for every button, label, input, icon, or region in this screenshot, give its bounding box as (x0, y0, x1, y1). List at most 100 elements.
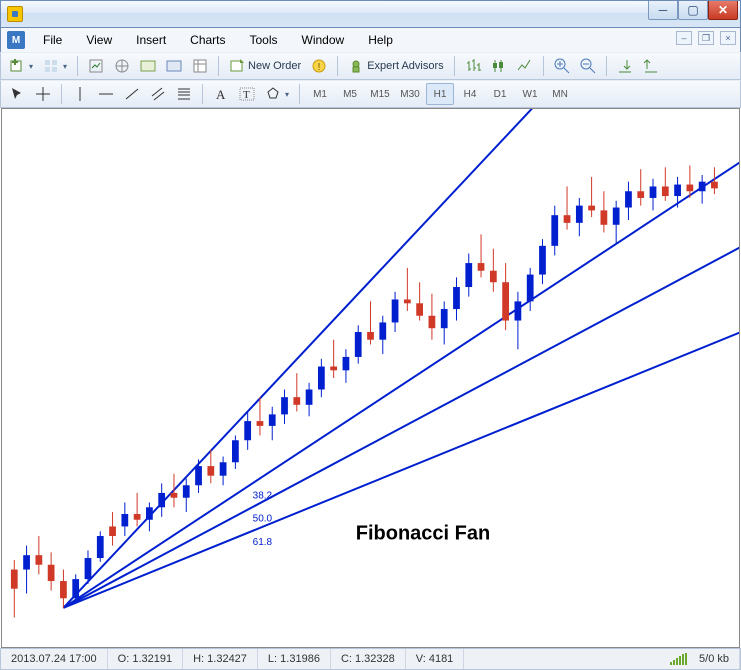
timeframe-h1[interactable]: H1 (426, 83, 454, 105)
window-minimize-button[interactable]: ─ (648, 1, 678, 20)
market-watch-button[interactable] (84, 55, 108, 77)
timeframe-mn[interactable]: MN (546, 83, 574, 105)
candle-body (195, 466, 202, 485)
candle-body (453, 287, 460, 309)
timeframe-m1[interactable]: M1 (306, 83, 334, 105)
channel-button[interactable] (146, 83, 170, 105)
status-vol-label: V: (416, 653, 426, 665)
status-low: L: 1.31986 (258, 649, 331, 669)
auto-scroll-icon (617, 58, 633, 74)
status-datetime: 2013.07.24 17:00 (1, 649, 108, 669)
status-low-value: 1.31986 (280, 653, 320, 665)
text-button[interactable]: A (209, 83, 233, 105)
new-chart-button[interactable] (5, 55, 37, 77)
window-close-button[interactable]: ✕ (708, 1, 738, 20)
candle-body (232, 440, 239, 462)
chart-shift-button[interactable] (639, 55, 663, 77)
candle-body (502, 282, 509, 320)
menu-view[interactable]: View (74, 30, 124, 50)
svg-text:!: ! (318, 62, 321, 73)
strategy-tester-icon (166, 58, 182, 74)
data-window-icon (192, 58, 208, 74)
candle-body (564, 215, 571, 223)
menu-tools[interactable]: Tools (238, 30, 290, 50)
terminal-button[interactable] (136, 55, 160, 77)
menu-charts[interactable]: Charts (178, 30, 237, 50)
mdi-close-button[interactable]: × (720, 31, 736, 45)
candle-body (330, 367, 337, 371)
app-icon (7, 6, 23, 22)
zoom-in-button[interactable] (550, 55, 574, 77)
candle-body (674, 185, 681, 196)
text-label-button[interactable]: T (235, 83, 259, 105)
candle-body (355, 332, 362, 357)
vertical-line-button[interactable] (68, 83, 92, 105)
candle-body (85, 558, 92, 579)
menu-help[interactable]: Help (356, 30, 405, 50)
timeframe-m30[interactable]: M30 (396, 83, 424, 105)
candle-body (441, 309, 448, 328)
menubar: File View Insert Charts Tools Window Hel… (0, 28, 741, 52)
candle-body (343, 357, 350, 370)
timeframe-m5[interactable]: M5 (336, 83, 364, 105)
menu-window[interactable]: Window (290, 30, 357, 50)
horizontal-line-button[interactable] (94, 83, 118, 105)
chart-canvas[interactable]: 38.250.061.8Fibonacci Fan (2, 109, 739, 647)
crosshair-button[interactable] (31, 83, 55, 105)
status-vol-value: 4181 (429, 653, 453, 665)
navigator-button[interactable] (110, 55, 134, 77)
mdi-minimize-button[interactable]: – (676, 31, 692, 45)
candle-body (244, 421, 251, 440)
candle-body (318, 367, 325, 390)
new-order-icon (229, 58, 245, 74)
menu-file[interactable]: File (31, 30, 74, 50)
candle-body (281, 397, 288, 414)
timeframe-w1[interactable]: W1 (516, 83, 544, 105)
candle-body (588, 206, 595, 211)
candle-body (465, 263, 472, 287)
timeframe-h4[interactable]: H4 (456, 83, 484, 105)
line-chart-button[interactable] (513, 55, 537, 77)
bar-chart-button[interactable] (461, 55, 485, 77)
candle-body (60, 581, 67, 598)
window-maximize-button[interactable]: ▢ (678, 1, 708, 20)
candle-body (158, 493, 165, 507)
fibonacci-button[interactable] (172, 83, 196, 105)
timeframe-m15[interactable]: M15 (366, 83, 394, 105)
candle-body (404, 299, 411, 303)
candle-body (293, 397, 300, 405)
candle-body (613, 208, 620, 225)
cursor-button[interactable] (5, 83, 29, 105)
strategy-tester-button[interactable] (162, 55, 186, 77)
meta-quotes-button[interactable]: ! (307, 55, 331, 77)
status-low-label: L: (268, 653, 277, 665)
auto-scroll-button[interactable] (613, 55, 637, 77)
candle-body (183, 485, 190, 497)
trendline-button[interactable] (120, 83, 144, 105)
candle-body (109, 526, 116, 536)
chart-area[interactable]: 38.250.061.8Fibonacci Fan (1, 108, 740, 648)
mdi-restore-button[interactable]: ❐ (698, 31, 714, 45)
status-open-value: 1.32191 (132, 653, 172, 665)
expert-advisors-button[interactable]: Expert Advisors (344, 55, 447, 77)
candle-body (551, 215, 558, 246)
svg-text:A: A (216, 87, 226, 102)
terminal-icon (140, 58, 156, 74)
profiles-button[interactable] (39, 55, 71, 77)
candle-body (515, 301, 522, 320)
candle-body (699, 182, 706, 192)
candle-body (367, 332, 374, 340)
bar-chart-icon (465, 58, 481, 74)
data-window-button[interactable] (188, 55, 212, 77)
status-conn-value: 5/0 kb (699, 653, 729, 665)
zoom-in-icon (554, 58, 570, 74)
menu-insert[interactable]: Insert (124, 30, 178, 50)
status-connection: 5/0 kb (660, 649, 740, 669)
timeframe-d1[interactable]: D1 (486, 83, 514, 105)
new-order-button[interactable]: New Order (225, 55, 305, 77)
new-chart-icon (9, 58, 25, 74)
zoom-out-button[interactable] (576, 55, 600, 77)
candlestick-button[interactable] (487, 55, 511, 77)
shapes-button[interactable] (261, 83, 293, 105)
candle-body (269, 414, 276, 425)
